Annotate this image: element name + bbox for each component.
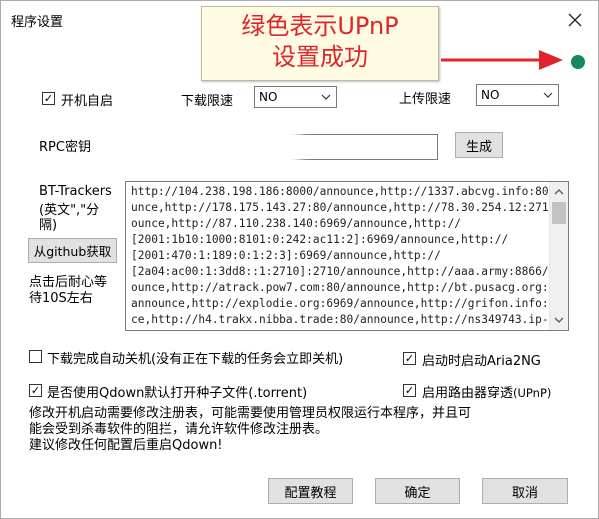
- config-tutorial-button[interactable]: 配置教程: [268, 478, 353, 504]
- annotation-callout: 绿色表示UPnP 设置成功: [201, 6, 439, 81]
- note-line1: 修改开机启动需要修改注册表，可能需要使用管理员权限运行本程序，并且可: [29, 406, 472, 421]
- download-limit-value: NO: [259, 90, 278, 104]
- wait-hint-line2: 待10S左右: [29, 291, 93, 306]
- trackers-label-line3: 隔): [39, 218, 58, 233]
- upnp-label: 启用路由器穿透(UPnP): [422, 382, 551, 401]
- trackers-textarea[interactable]: http://104.238.198.186:8000/announce,htt…: [125, 181, 569, 331]
- settings-window: 程序设置 绿色表示UPnP 设置成功 ✓ 开机自启 下载限速 NO 上传限速 N…: [0, 0, 599, 519]
- checkmark-icon: ✓: [404, 352, 415, 365]
- start-aria2-label: 启动时启动Aria2NG: [422, 354, 541, 369]
- scroll-up-button[interactable]: [550, 184, 568, 200]
- scroll-down-button[interactable]: [550, 312, 568, 328]
- registry-note: 修改开机启动需要修改注册表，可能需要使用管理员权限运行本程序，并且可 能会受到杀…: [29, 406, 559, 454]
- download-limit-label: 下载限速: [181, 94, 234, 109]
- rpc-key-label: RPC密钥: [39, 140, 91, 155]
- close-icon: [568, 13, 582, 27]
- checkmark-icon: ✓: [30, 384, 41, 397]
- upload-limit-label: 上传限速: [399, 92, 452, 107]
- callout-line-2: 设置成功: [272, 43, 368, 71]
- checkmark-icon: ✓: [43, 92, 54, 105]
- redaction-blur: [116, 129, 296, 165]
- chevron-down-icon: [554, 317, 564, 323]
- autostart-label: 开机自启: [61, 94, 114, 109]
- arrow-icon: [441, 50, 563, 70]
- cancel-button[interactable]: 取消: [482, 478, 568, 504]
- tracker-line: ounce,http://atrack.pow7.com:80/announce…: [131, 281, 569, 294]
- checkmark-icon: ✓: [404, 384, 415, 397]
- auto-shutdown-checkbox[interactable]: [29, 350, 42, 363]
- github-fetch-button[interactable]: 从github获取: [28, 238, 117, 263]
- tracker-line: ce,http://h4.trakx.nibba.trade:80/announ…: [131, 313, 569, 326]
- trackers-text: http://104.238.198.186:8000/announce,htt…: [131, 184, 569, 328]
- scroll-thumb[interactable]: [552, 202, 566, 224]
- qdown-default-checkbox[interactable]: ✓: [29, 384, 42, 397]
- upnp-label-text: 启用路由器穿透: [422, 386, 514, 401]
- note-line2: 能会受到杀毒软件的阻拦，请允许软件修改注册表。: [29, 422, 329, 437]
- tracker-line: [2a04:ac00:1:3dd8::1:2710]:2710/announce…: [131, 265, 569, 278]
- qdown-default-label: 是否使用Qdown默认打开种子文件(.torrent): [47, 386, 308, 401]
- chevron-up-icon: [554, 189, 564, 195]
- window-title: 程序设置: [11, 15, 64, 30]
- close-button[interactable]: [562, 7, 588, 33]
- generate-button[interactable]: 生成: [455, 132, 503, 158]
- download-limit-select[interactable]: NO: [254, 86, 337, 108]
- tracker-line: ounce,http://87.110.238.140:6969/announc…: [131, 217, 462, 230]
- note-line3: 建议修改任何配置后重启Qdown!: [29, 438, 223, 453]
- chevron-down-icon: [543, 92, 553, 98]
- ok-button[interactable]: 确定: [375, 478, 460, 504]
- tracker-line: unce,http://178.175.143.27:80/announce,h…: [131, 201, 569, 214]
- tracker-line: http://104.238.198.186:8000/announce,htt…: [131, 185, 569, 198]
- upload-limit-value: NO: [481, 88, 500, 102]
- upnp-label-suffix: (UPnP): [513, 386, 552, 400]
- upnp-status-indicator: [571, 55, 585, 69]
- autostart-checkbox[interactable]: ✓: [42, 92, 55, 105]
- chevron-down-icon: [321, 94, 331, 100]
- upload-limit-select[interactable]: NO: [476, 84, 559, 106]
- trackers-scrollbar[interactable]: [549, 182, 568, 330]
- tracker-line: announce,http://explodie.org:6969/announ…: [131, 297, 569, 310]
- trackers-label-line1: BT-Trackers: [39, 184, 112, 199]
- auto-shutdown-label: 下载完成自动关机(没有正在下载的任务会立即关机): [47, 352, 344, 367]
- rpc-key-input[interactable]: [116, 129, 438, 165]
- upnp-checkbox[interactable]: ✓: [403, 384, 416, 397]
- tracker-line: [2001:1b10:1000:8101:0:242:ac11:2]:6969/…: [131, 233, 509, 246]
- tracker-line: [2001:470:1:189:0:1:2:3]:6969/announce,h…: [131, 249, 441, 262]
- callout-line-1: 绿色表示UPnP: [241, 12, 399, 40]
- start-aria2-checkbox[interactable]: ✓: [403, 352, 416, 365]
